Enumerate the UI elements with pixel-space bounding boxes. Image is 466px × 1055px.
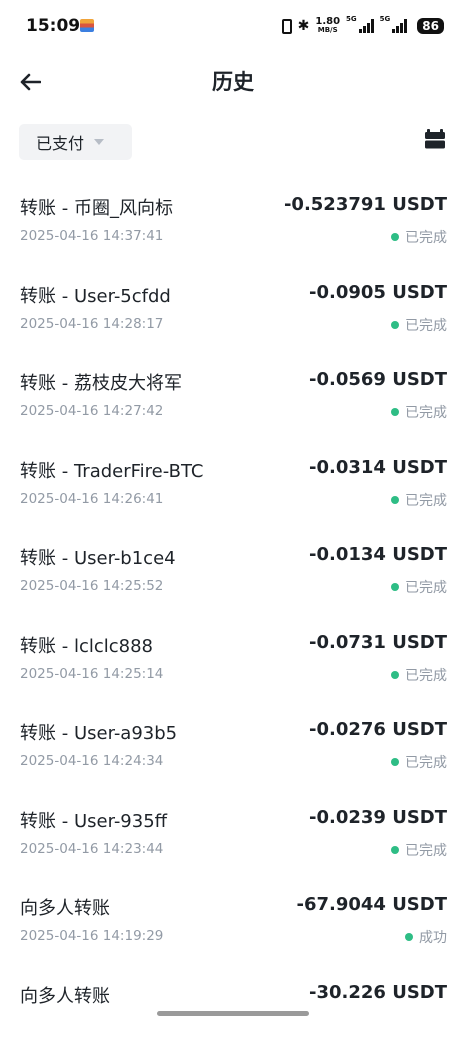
status-dot-icon — [405, 933, 413, 941]
transaction-amount: -67.9044 USDT — [296, 894, 447, 915]
transaction-title: 转账 - User-5cfdd — [20, 282, 171, 308]
transaction-amount: -0.523791 USDT — [284, 194, 447, 215]
transaction-date: 2025-04-16 14:24:34 — [20, 753, 163, 769]
transaction-date: 2025-04-16 14:27:42 — [20, 403, 163, 419]
transaction-title: 转账 - User-a93b5 — [20, 719, 177, 745]
signal-icon — [359, 19, 374, 33]
status-bar: 15:09 ✱ 1.80 MB/S 5G 5G 86 — [0, 0, 466, 52]
status-dot-icon — [391, 496, 399, 504]
transaction-status: 成功 — [405, 927, 447, 947]
transaction-date: 2025-04-16 14:19:29 — [20, 928, 163, 944]
vibrate-icon — [282, 19, 292, 34]
transaction-status-label: 已完成 — [405, 840, 447, 860]
transaction-date: 2025-04-16 14:28:17 — [20, 316, 163, 332]
transaction-title: 转账 - 荔枝皮大将军 — [20, 369, 182, 395]
transaction-amount: -0.0314 USDT — [309, 457, 447, 478]
calendar-icon[interactable] — [424, 128, 446, 150]
transaction-title: 向多人转账 — [20, 982, 110, 1008]
transaction-title: 转账 - 币圈_风向标 — [20, 194, 173, 220]
network-type-label-2: 5G — [380, 15, 391, 23]
network-speed: 1.80 MB/S — [315, 17, 340, 35]
transaction-list: 转账 - 币圈_风向标 -0.523791 USDT 2025-04-16 14… — [0, 180, 466, 1055]
transaction-status-label: 已完成 — [405, 227, 447, 247]
status-filter-dropdown[interactable]: 已支付 — [19, 124, 132, 160]
network-speed-unit: MB/S — [315, 26, 340, 35]
transaction-row[interactable]: 转账 - User-b1ce4 -0.0134 USDT 2025-04-16 … — [0, 530, 466, 618]
transaction-row[interactable]: 转账 - 荔枝皮大将军 -0.0569 USDT 2025-04-16 14:2… — [0, 355, 466, 443]
transaction-status: 已完成 — [391, 577, 447, 597]
transaction-status: 已完成 — [391, 490, 447, 510]
transaction-status-label: 已完成 — [405, 577, 447, 597]
transaction-row[interactable]: 转账 - User-5cfdd -0.0905 USDT 2025-04-16 … — [0, 268, 466, 356]
transaction-amount: -0.0239 USDT — [309, 807, 447, 828]
signal-icon-2 — [392, 19, 407, 33]
transaction-row[interactable]: 转账 - TraderFire-BTC -0.0314 USDT 2025-04… — [0, 443, 466, 531]
status-dot-icon — [391, 233, 399, 241]
transaction-status-label: 已完成 — [405, 752, 447, 772]
network-speed-value: 1.80 — [315, 17, 340, 26]
transaction-date: 2025-04-16 14:37:41 — [20, 228, 163, 244]
transaction-status: 已完成 — [391, 402, 447, 422]
transaction-status: 已完成 — [391, 752, 447, 772]
transaction-title: 转账 - lclclc888 — [20, 632, 153, 658]
status-time: 15:09 — [26, 16, 80, 36]
transaction-row[interactable]: 转账 - lclclc888 -0.0731 USDT 2025-04-16 1… — [0, 618, 466, 706]
bluetooth-icon: ✱ — [298, 18, 310, 34]
transaction-title: 转账 - User-b1ce4 — [20, 544, 176, 570]
page-title: 历史 — [0, 66, 466, 96]
transaction-date: 2025-04-16 14:25:14 — [20, 666, 163, 682]
transaction-row[interactable]: 转账 - User-a93b5 -0.0276 USDT 2025-04-16 … — [0, 705, 466, 793]
transaction-row[interactable]: 向多人转账 -67.9044 USDT 2025-04-16 14:19:29 … — [0, 880, 466, 968]
transaction-title: 转账 - User-935ff — [20, 807, 167, 833]
transaction-status: 已完成 — [391, 840, 447, 860]
transaction-date: 2025-04-16 14:23:44 — [20, 841, 163, 857]
status-filter-label: 已支付 — [36, 130, 84, 154]
caret-down-icon — [94, 139, 104, 145]
transaction-amount: -0.0731 USDT — [309, 632, 447, 653]
transaction-status-label: 已完成 — [405, 402, 447, 422]
transaction-amount: -30.226 USDT — [309, 982, 447, 1003]
status-dot-icon — [391, 846, 399, 854]
status-dot-icon — [391, 408, 399, 416]
filter-row: 已支付 — [0, 122, 466, 162]
transaction-status-label: 已完成 — [405, 665, 447, 685]
transaction-status-label: 成功 — [419, 927, 447, 947]
status-indicators: ✱ 1.80 MB/S 5G 5G 86 — [282, 15, 444, 37]
transaction-status-label: 已完成 — [405, 490, 447, 510]
transaction-status-label: 已完成 — [405, 315, 447, 335]
transaction-date: 2025-04-16 14:26:41 — [20, 491, 163, 507]
transaction-amount: -0.0276 USDT — [309, 719, 447, 740]
network-type-label: 5G — [346, 15, 357, 23]
app-header: 历史 — [0, 52, 466, 112]
transaction-row[interactable]: 转账 - 币圈_风向标 -0.523791 USDT 2025-04-16 14… — [0, 180, 466, 268]
transaction-title: 向多人转账 — [20, 894, 110, 920]
transaction-amount: -0.0569 USDT — [309, 369, 447, 390]
status-dot-icon — [391, 758, 399, 766]
transaction-status: 已完成 — [391, 315, 447, 335]
transaction-amount: -0.0134 USDT — [309, 544, 447, 565]
status-dot-icon — [391, 671, 399, 679]
status-dot-icon — [391, 583, 399, 591]
transaction-date: 2025-04-16 14:25:52 — [20, 578, 163, 594]
home-indicator[interactable] — [157, 1011, 309, 1016]
transaction-row[interactable]: 转账 - User-935ff -0.0239 USDT 2025-04-16 … — [0, 793, 466, 881]
transaction-title: 转账 - TraderFire-BTC — [20, 457, 203, 483]
transaction-amount: -0.0905 USDT — [309, 282, 447, 303]
transaction-status: 已完成 — [391, 665, 447, 685]
battery-indicator: 86 — [417, 18, 444, 34]
transaction-status: 已完成 — [391, 227, 447, 247]
app-notification-icon — [80, 19, 94, 32]
status-dot-icon — [391, 321, 399, 329]
